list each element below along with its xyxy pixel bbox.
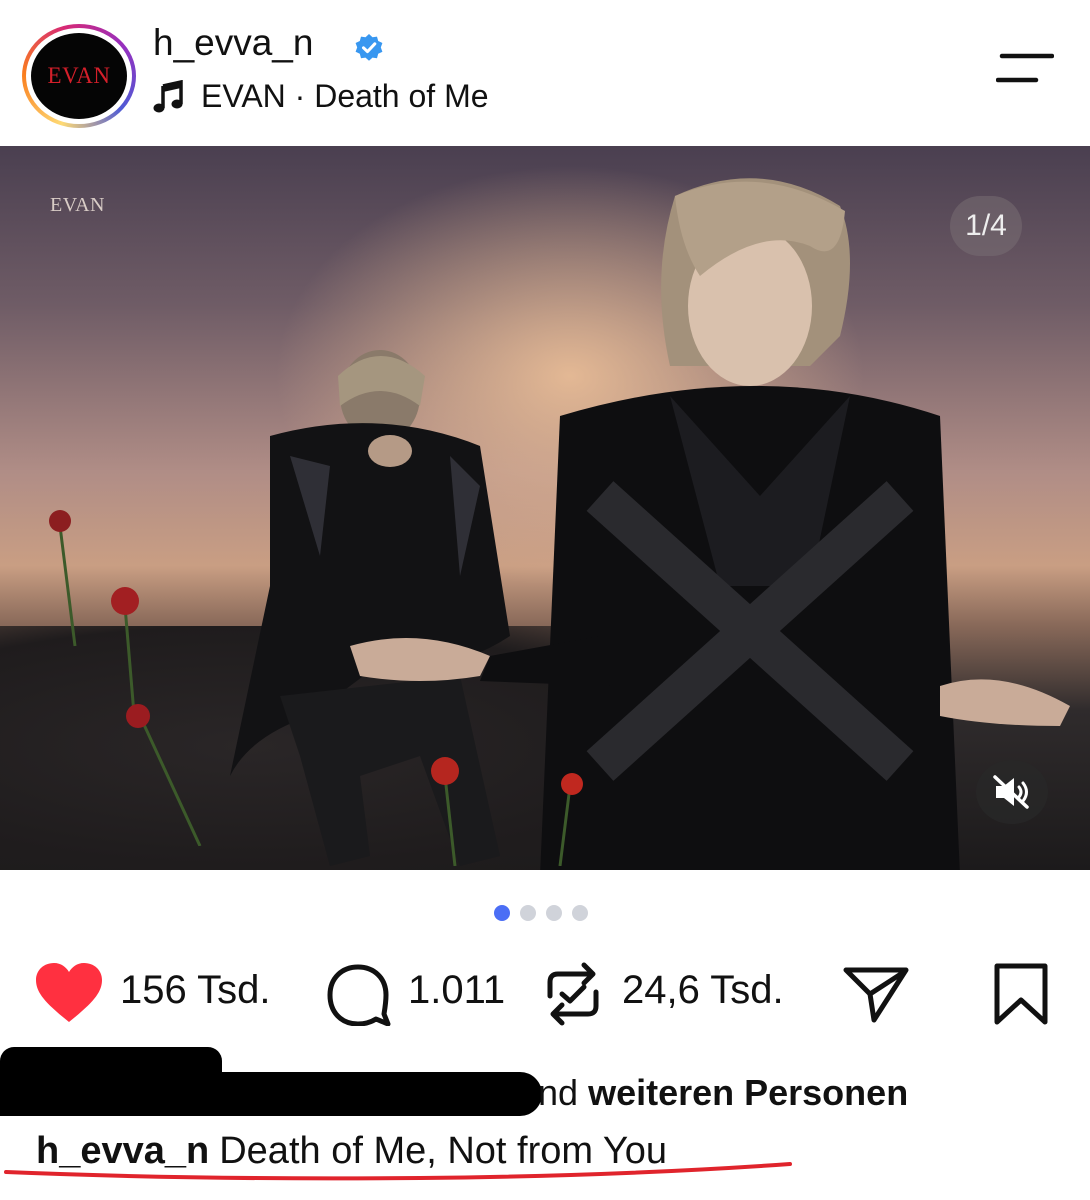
comment-icon[interactable] — [326, 964, 392, 1026]
likes-count[interactable]: 156 Tsd. — [120, 968, 271, 1013]
song-label[interactable]: EVAN · Death of Me — [201, 78, 489, 115]
post-photo[interactable]: EVAN 1/4 — [0, 146, 1090, 870]
redaction-block — [0, 1072, 542, 1116]
post-header: EVAN h_evva_n EVAN · Death of Me — [0, 0, 1090, 146]
share-icon[interactable] — [842, 964, 910, 1024]
red-underline-annotation — [4, 1162, 792, 1181]
muted-speaker-icon — [993, 775, 1029, 809]
photo-watermark: EVAN — [50, 194, 105, 216]
carousel-dot-3[interactable] — [546, 905, 562, 921]
repost-icon[interactable] — [542, 962, 604, 1026]
carousel-dot-4[interactable] — [572, 905, 588, 921]
music-note-icon — [153, 80, 183, 113]
carousel-counter: 1/4 — [950, 196, 1022, 256]
carousel-dots — [494, 905, 588, 925]
mute-button[interactable] — [976, 760, 1048, 824]
avatar[interactable]: EVAN — [31, 33, 127, 119]
post-username[interactable]: h_evva_n — [153, 22, 313, 64]
roses-decoration-2 — [431, 757, 583, 866]
heart-icon[interactable] — [34, 962, 104, 1024]
carousel-dot-2[interactable] — [520, 905, 536, 921]
verified-badge-icon — [355, 34, 383, 61]
story-ring[interactable]: EVAN — [22, 24, 136, 128]
carousel-dot-1[interactable] — [494, 905, 510, 921]
comments-count[interactable]: 1.011 — [408, 968, 505, 1013]
menu-icon[interactable] — [996, 50, 1054, 86]
reposts-count[interactable]: 24,6 Tsd. — [622, 968, 784, 1013]
liked-by-others[interactable]: weiteren Personen — [588, 1072, 908, 1113]
roses-decoration — [49, 510, 202, 846]
liked-by-fragment: nd — [538, 1072, 579, 1113]
avatar-logo-text: EVAN — [47, 63, 111, 88]
bookmark-icon[interactable] — [992, 962, 1050, 1026]
action-bar: 156 Tsd. 1.011 24,6 Tsd. — [0, 960, 1090, 1030]
liked-by-text[interactable]: nd weiteren Personen — [538, 1072, 908, 1114]
